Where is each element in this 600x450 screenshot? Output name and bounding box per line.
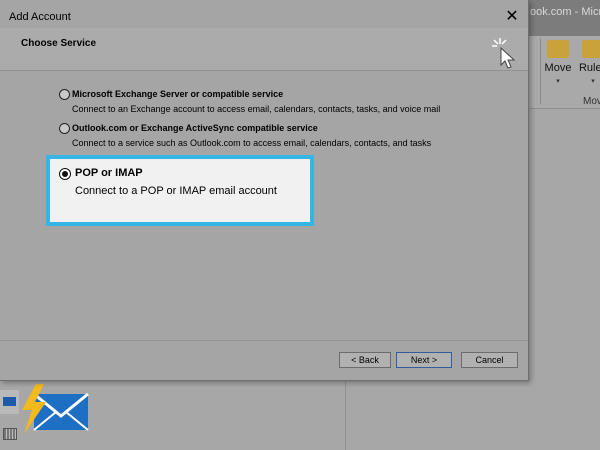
option-description: Connect to an Exchange account to access…: [72, 104, 441, 114]
background-pane-divider: [345, 380, 346, 450]
rules-button[interactable]: Rules ▾: [578, 40, 600, 85]
close-icon[interactable]: ✕: [504, 6, 520, 26]
dialog-title: Add Account: [9, 11, 71, 23]
ribbon-group-label: Mov: [583, 96, 600, 107]
background-window-title: ook.com - Micros: [530, 6, 600, 18]
mail-icon: [3, 397, 16, 406]
rules-icon: [582, 40, 600, 58]
move-label: Move: [544, 62, 572, 74]
ribbon-separator: [540, 38, 541, 104]
folder-move-icon: [547, 40, 569, 58]
wizard-icon: [492, 38, 516, 69]
add-account-dialog: Add Account ✕ Choose Service Microsoft E…: [0, 0, 529, 381]
footer-divider: [0, 340, 528, 341]
option-pop-imap[interactable]: POP or IMAP Connect to a POP or IMAP ema…: [46, 155, 314, 226]
chevron-down-icon: ▾: [591, 78, 595, 85]
back-button[interactable]: < Back: [339, 352, 391, 368]
option-title: Microsoft Exchange Server or compatible …: [72, 89, 284, 99]
option-description: Connect to a POP or IMAP email account: [75, 185, 277, 197]
next-button[interactable]: Next >: [396, 352, 452, 368]
envelope-lightning-icon: [22, 384, 89, 434]
radio-exchange[interactable]: [59, 89, 70, 100]
option-description: Connect to a service such as Outlook.com…: [72, 138, 432, 148]
chevron-down-icon: ▾: [556, 78, 560, 85]
option-title: POP or IMAP: [75, 167, 143, 179]
dialog-header-band: [0, 28, 528, 71]
radio-outlook-com[interactable]: [59, 123, 70, 134]
option-title: Outlook.com or Exchange ActiveSync compa…: [72, 123, 318, 133]
calendar-icon[interactable]: [3, 428, 17, 440]
cancel-button[interactable]: Cancel: [461, 352, 518, 368]
page-title: Choose Service: [21, 38, 97, 49]
rules-label: Rules: [578, 62, 600, 74]
move-button[interactable]: Move ▾: [543, 40, 573, 85]
radio-pop-imap[interactable]: [59, 168, 71, 180]
